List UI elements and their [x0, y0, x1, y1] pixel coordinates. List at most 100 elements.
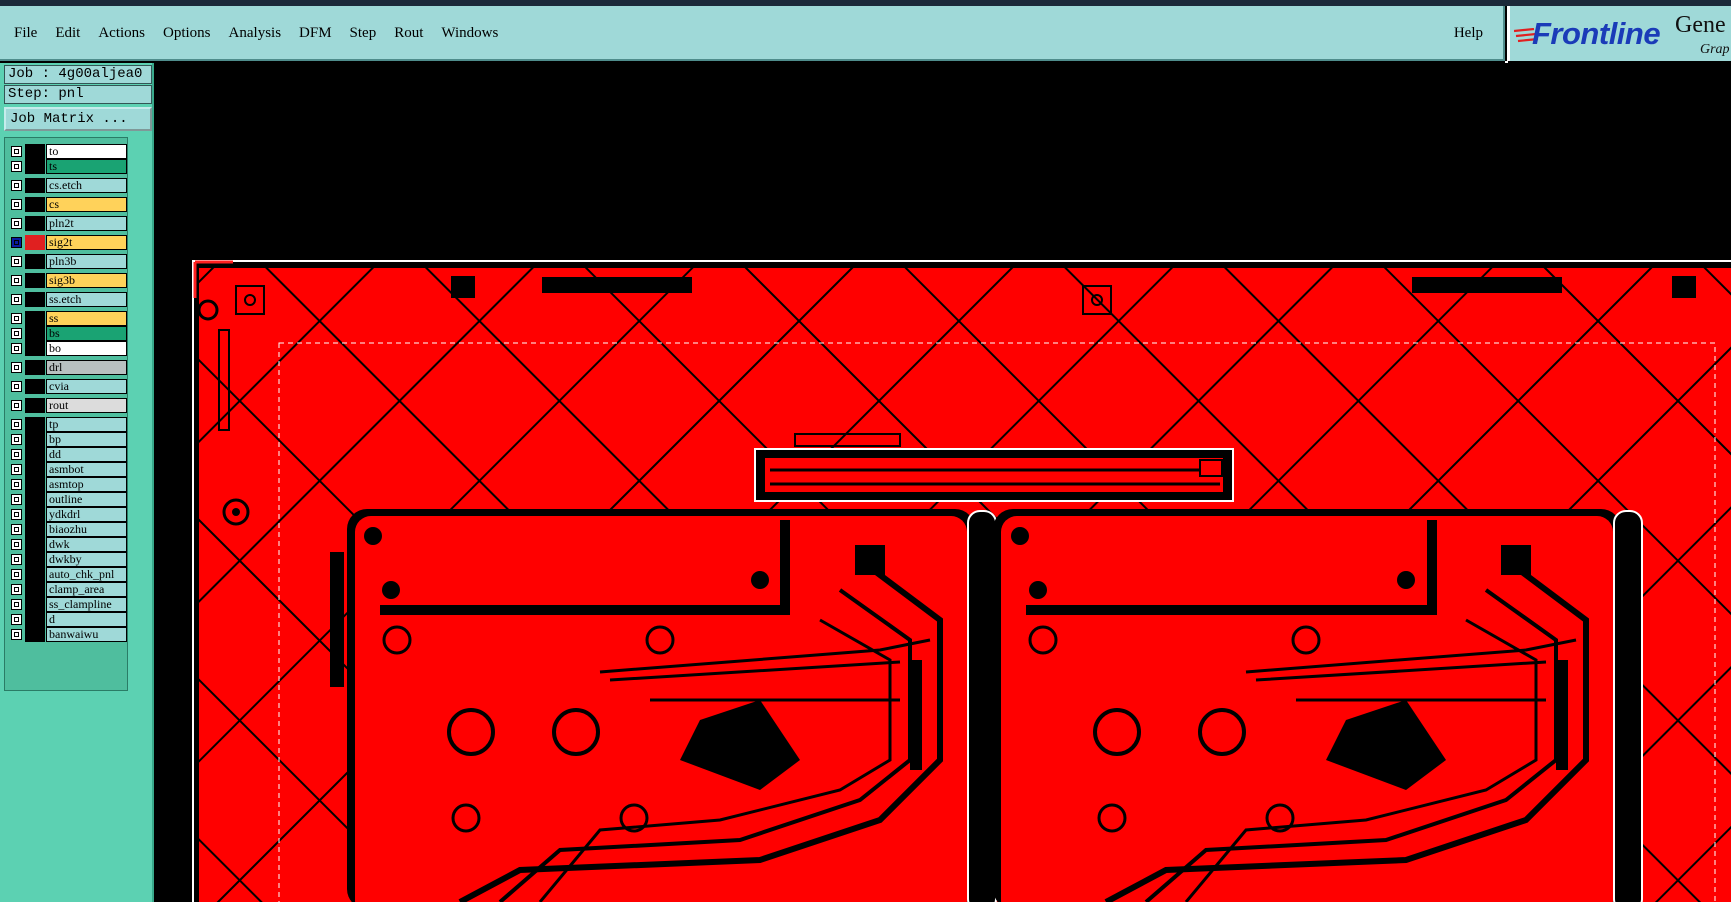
layer-row-d[interactable]: d — [8, 612, 127, 627]
layer-name[interactable]: ss.etch — [46, 292, 127, 307]
layer-color-swatch[interactable] — [25, 326, 45, 341]
layer-row-cs[interactable]: cs — [8, 197, 127, 212]
layer-name[interactable]: cs.etch — [46, 178, 127, 193]
layer-checkbox[interactable] — [11, 524, 22, 535]
layer-color-swatch[interactable] — [25, 144, 45, 159]
menu-actions[interactable]: Actions — [98, 25, 145, 42]
layer-name[interactable]: dwk — [46, 537, 127, 552]
layer-checkbox[interactable] — [11, 313, 22, 324]
layer-checkbox[interactable] — [11, 294, 22, 305]
layer-row-drl[interactable]: drl — [8, 360, 127, 375]
menu-dfm[interactable]: DFM — [299, 25, 332, 42]
layer-checkbox[interactable] — [11, 343, 22, 354]
layer-name[interactable]: sig3b — [46, 273, 127, 288]
layer-color-swatch[interactable] — [25, 273, 45, 288]
layer-row-bp[interactable]: bp — [8, 432, 127, 447]
layer-name[interactable]: tp — [46, 417, 127, 432]
layer-row-cs.etch[interactable]: cs.etch — [8, 178, 127, 193]
layer-row-pln3b[interactable]: pln3b — [8, 254, 127, 269]
layer-name[interactable]: cvia — [46, 379, 127, 394]
layer-row-banwaiwu[interactable]: banwaiwu — [8, 627, 127, 642]
layer-name[interactable]: to — [46, 144, 127, 159]
layer-name[interactable]: pln2t — [46, 216, 127, 231]
layer-color-swatch[interactable] — [25, 216, 45, 231]
layer-row-bo[interactable]: bo — [8, 341, 127, 356]
layer-checkbox[interactable] — [11, 362, 22, 373]
job-matrix-button[interactable]: Job Matrix ... — [4, 107, 152, 131]
layer-checkbox[interactable] — [11, 554, 22, 565]
layer-row-to[interactable]: to — [8, 144, 127, 159]
layer-color-swatch[interactable] — [25, 311, 45, 326]
layer-color-swatch[interactable] — [25, 360, 45, 375]
layer-name[interactable]: bo — [46, 341, 127, 356]
layer-checkbox[interactable] — [11, 146, 22, 157]
layer-color-swatch[interactable] — [25, 492, 45, 507]
layer-row-dwk[interactable]: dwk — [8, 537, 127, 552]
layer-color-swatch[interactable] — [25, 379, 45, 394]
layer-name[interactable]: auto_chk_pnl — [46, 567, 127, 582]
layer-name[interactable]: dwkby — [46, 552, 127, 567]
layer-row-biaozhu[interactable]: biaozhu — [8, 522, 127, 537]
layer-name[interactable]: ss — [46, 311, 127, 326]
layer-checkbox[interactable] — [11, 584, 22, 595]
layer-checkbox[interactable] — [11, 494, 22, 505]
menu-rout[interactable]: Rout — [394, 25, 423, 42]
menu-options[interactable]: Options — [163, 25, 211, 42]
layer-row-asmtop[interactable]: asmtop — [8, 477, 127, 492]
layer-checkbox[interactable] — [11, 381, 22, 392]
layer-row-auto_chk_pnl[interactable]: auto_chk_pnl — [8, 567, 127, 582]
layer-row-outline[interactable]: outline — [8, 492, 127, 507]
menu-help[interactable]: Help — [1454, 25, 1483, 42]
layer-row-ydkdrl[interactable]: ydkdrl — [8, 507, 127, 522]
layer-checkbox[interactable] — [11, 328, 22, 339]
layer-name[interactable]: banwaiwu — [46, 627, 127, 642]
layer-row-ts[interactable]: ts — [8, 159, 127, 174]
layer-checkbox[interactable] — [11, 237, 22, 248]
layer-color-swatch[interactable] — [25, 612, 45, 627]
menu-analysis[interactable]: Analysis — [229, 25, 282, 42]
layer-name[interactable]: asmtop — [46, 477, 127, 492]
layer-name[interactable]: ydkdrl — [46, 507, 127, 522]
layer-checkbox[interactable] — [11, 434, 22, 445]
layer-checkbox[interactable] — [11, 449, 22, 460]
layer-name[interactable]: sig2t — [46, 235, 127, 250]
layer-row-ss.etch[interactable]: ss.etch — [8, 292, 127, 307]
layer-row-cvia[interactable]: cvia — [8, 379, 127, 394]
menu-file[interactable]: File — [14, 25, 37, 42]
layer-name[interactable]: pln3b — [46, 254, 127, 269]
layer-name[interactable]: dd — [46, 447, 127, 462]
layer-color-swatch[interactable] — [25, 254, 45, 269]
layer-color-swatch[interactable] — [25, 477, 45, 492]
layer-row-asmbot[interactable]: asmbot — [8, 462, 127, 477]
layer-color-swatch[interactable] — [25, 567, 45, 582]
layer-row-sig3b[interactable]: sig3b — [8, 273, 127, 288]
layer-checkbox[interactable] — [11, 161, 22, 172]
layer-color-swatch[interactable] — [25, 417, 45, 432]
layer-color-swatch[interactable] — [25, 197, 45, 212]
layer-checkbox[interactable] — [11, 539, 22, 550]
layer-color-swatch[interactable] — [25, 341, 45, 356]
layer-color-swatch[interactable] — [25, 447, 45, 462]
layer-checkbox[interactable] — [11, 464, 22, 475]
layer-name[interactable]: d — [46, 612, 127, 627]
layer-color-swatch[interactable] — [25, 178, 45, 193]
layer-checkbox[interactable] — [11, 599, 22, 610]
layer-color-swatch[interactable] — [25, 432, 45, 447]
layer-name[interactable]: drl — [46, 360, 127, 375]
layer-name[interactable]: asmbot — [46, 462, 127, 477]
layer-row-bs[interactable]: bs — [8, 326, 127, 341]
layer-row-pln2t[interactable]: pln2t — [8, 216, 127, 231]
layer-color-swatch[interactable] — [25, 537, 45, 552]
menu-windows[interactable]: Windows — [441, 25, 498, 42]
layer-checkbox[interactable] — [11, 614, 22, 625]
layer-name[interactable]: bp — [46, 432, 127, 447]
layer-color-swatch[interactable] — [25, 159, 45, 174]
layer-row-ss_clampline[interactable]: ss_clampline — [8, 597, 127, 612]
menu-step[interactable]: Step — [350, 25, 377, 42]
layer-name[interactable]: biaozhu — [46, 522, 127, 537]
layer-name[interactable]: cs — [46, 197, 127, 212]
layer-row-rout[interactable]: rout — [8, 398, 127, 413]
layer-color-swatch[interactable] — [25, 235, 45, 250]
layer-name[interactable]: ss_clampline — [46, 597, 127, 612]
layer-name[interactable]: clamp_area — [46, 582, 127, 597]
